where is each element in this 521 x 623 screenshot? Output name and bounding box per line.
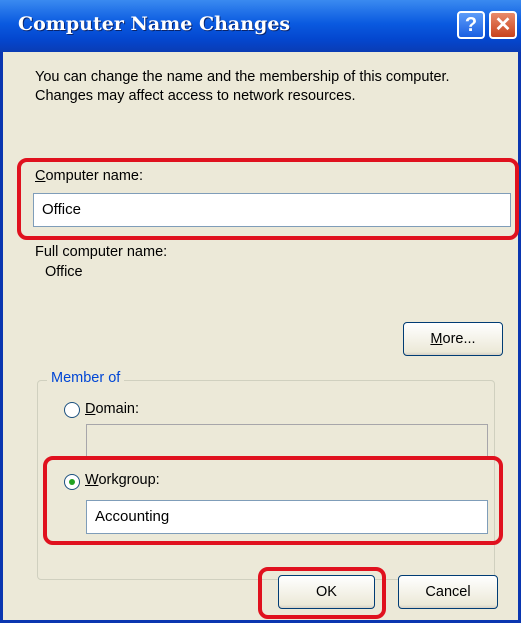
title-bar: Computer Name Changes ? ✕ — [0, 0, 521, 52]
ok-button-highlight — [258, 567, 386, 619]
member-of-legend: Member of — [47, 370, 125, 386]
domain-radio[interactable] — [64, 402, 80, 418]
help-button[interactable]: ? — [457, 11, 485, 39]
workgroup-highlight — [43, 456, 503, 545]
dialog-title: Computer Name Changes — [18, 13, 291, 35]
cancel-button[interactable]: Cancel — [398, 575, 498, 609]
full-computer-name-label: Full computer name: — [35, 244, 168, 260]
help-icon: ? — [464, 14, 478, 36]
domain-input[interactable] — [86, 424, 488, 458]
dialog-description: You can change the name and the membersh… — [35, 69, 450, 104]
more-button[interactable]: More... — [403, 322, 503, 356]
close-icon: ✕ — [494, 14, 512, 36]
computer-name-highlight — [17, 158, 519, 240]
full-computer-name-value: Office — [45, 264, 83, 280]
domain-label: Domain: — [85, 401, 140, 417]
close-button[interactable]: ✕ — [489, 11, 517, 39]
